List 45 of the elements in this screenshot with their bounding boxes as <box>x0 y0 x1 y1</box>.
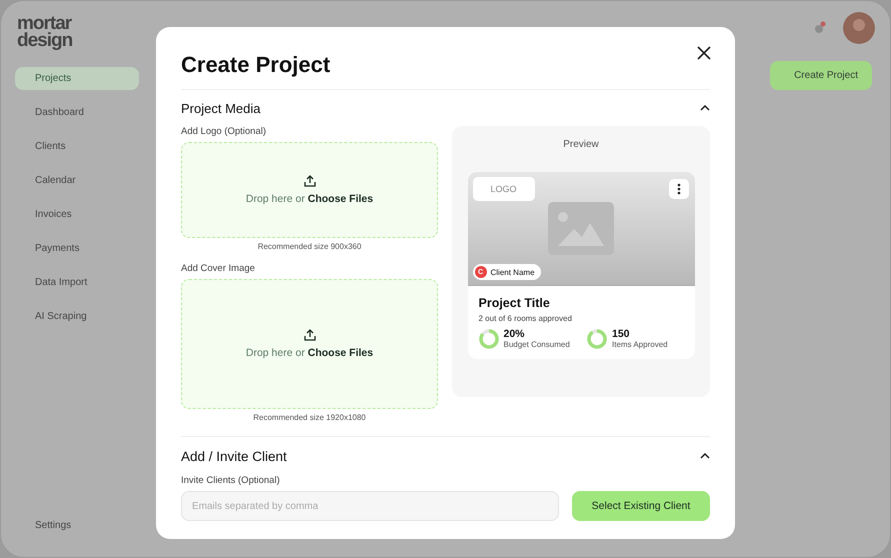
app-logo: mortar design <box>17 15 74 50</box>
client-name: Client Name <box>490 268 535 276</box>
field-label: Invite Clients (Optional) <box>181 475 281 486</box>
sidebar-item[interactable]: Projects <box>15 67 139 90</box>
section-title: Add / Invite Client <box>181 448 287 464</box>
field-label: Add Cover Image <box>181 263 256 274</box>
sidebar-item[interactable]: AI Scraping <box>15 305 139 328</box>
drop-text: Drop here or Choose Files <box>246 347 374 359</box>
section-title: Project Media <box>181 100 260 116</box>
settings-item[interactable]: Settings <box>15 514 139 537</box>
field-label: Add Logo (Optional) <box>181 126 268 137</box>
more-icon[interactable] <box>668 179 688 199</box>
chevron-icon[interactable] <box>700 453 710 459</box>
size-caption: Recommended size 900x360 <box>256 242 362 251</box>
stat-label: Budget Consumed <box>504 340 570 349</box>
upload-icon <box>304 329 316 341</box>
project-subtitle: 2 out of 6 rooms approved <box>478 314 573 323</box>
sidebar-item[interactable]: Clients <box>15 135 139 158</box>
choose-files-link[interactable]: Choose Files <box>308 193 374 205</box>
size-caption: Recommended size 1920x1080 <box>252 413 367 422</box>
sidebar-item[interactable]: Dashboard <box>15 101 139 124</box>
sidebar-item[interactable]: Invoices <box>15 203 139 226</box>
stat-value: 20% <box>504 328 526 340</box>
logo-field: LOGO <box>472 177 534 201</box>
drop-zone[interactable]: Drop here or Choose Files <box>181 279 438 409</box>
image-icon <box>548 202 614 255</box>
choose-files-link[interactable]: Choose Files <box>308 347 374 359</box>
stat-label: Items Approved <box>612 340 668 349</box>
chevron-icon[interactable] <box>700 105 710 111</box>
drop-text: Drop here or Choose Files <box>246 193 374 205</box>
create-project-button[interactable]: Create Project <box>770 61 872 90</box>
stat-value: 150 <box>612 328 631 340</box>
upload-icon <box>304 175 316 187</box>
email-field[interactable]: Emails separated by comma <box>181 491 559 521</box>
project-title: Project Title <box>478 296 551 310</box>
preview-title: Preview <box>563 139 599 150</box>
sidebar-item[interactable]: Calendar <box>15 169 139 192</box>
modal-title: Create Project <box>181 52 330 78</box>
close-icon[interactable] <box>697 46 711 60</box>
select-client-button[interactable]: Select Existing Client <box>572 491 710 521</box>
sidebar-item[interactable]: Payments <box>15 237 139 260</box>
progress-ring <box>587 328 607 348</box>
progress-ring <box>478 328 498 348</box>
sidebar-item[interactable]: Data Import <box>15 271 139 294</box>
drop-zone[interactable]: Drop here or Choose Files <box>181 142 438 238</box>
